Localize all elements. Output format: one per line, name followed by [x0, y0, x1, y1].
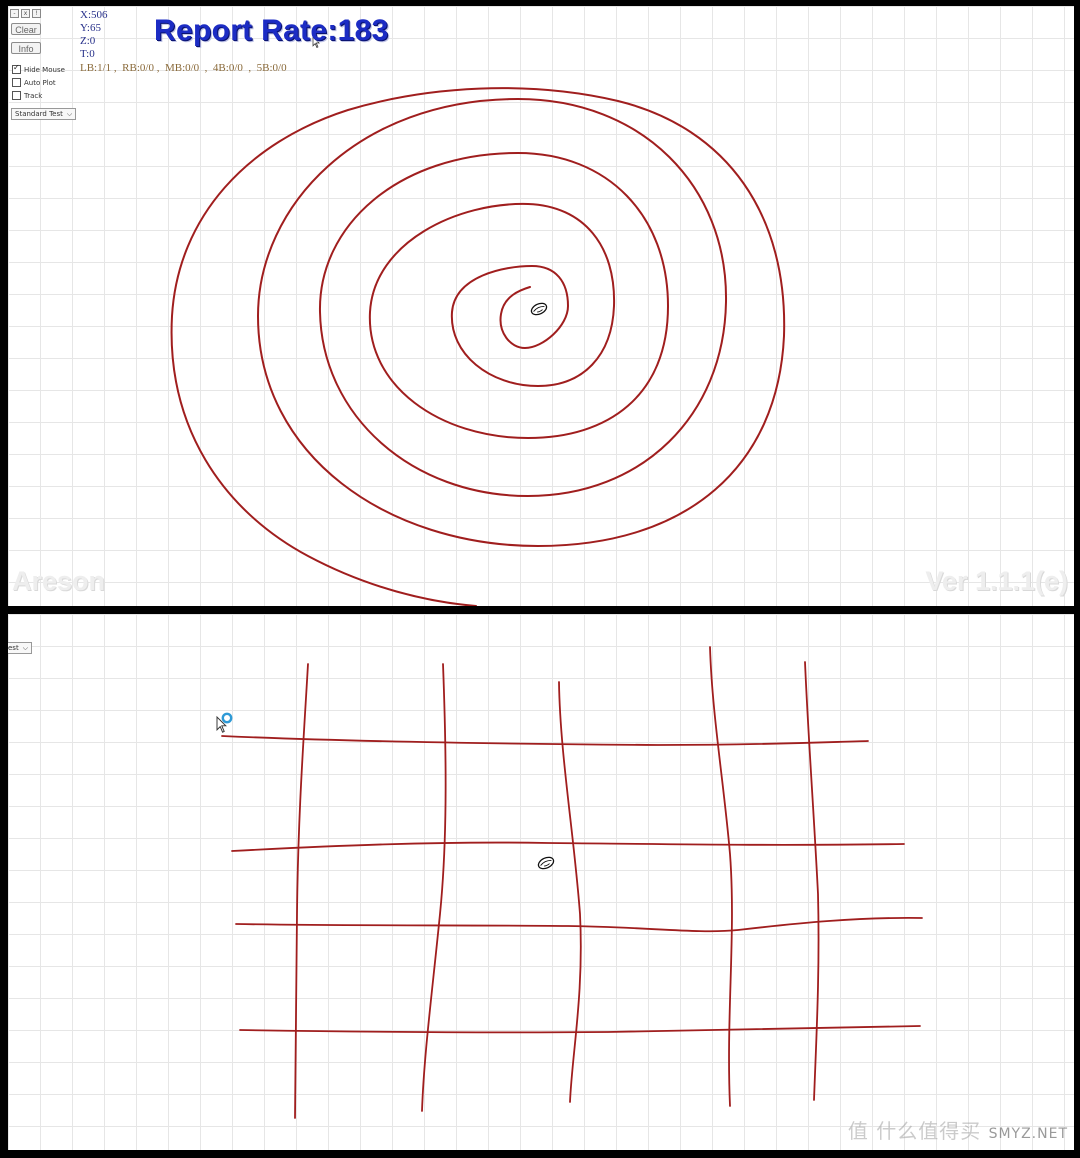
version-watermark: Ver 1.1.1(e)	[925, 566, 1068, 596]
chevron-down-icon: ⌵	[66, 110, 73, 118]
chevron-down-icon: ⌵	[22, 644, 29, 652]
hide-mouse-check-icon[interactable]	[12, 63, 21, 74]
track-checkbox[interactable]: Track	[12, 91, 42, 100]
info-button[interactable]: Info	[11, 42, 41, 54]
track-label: Track	[24, 91, 43, 100]
mouse-outline-icon	[530, 302, 548, 316]
x-readout: X:506	[80, 9, 108, 21]
z-readout: Z:0	[80, 35, 96, 47]
window-controls: - x !	[10, 9, 41, 18]
test-mode-select[interactable]: Standard Test ⌵	[11, 108, 77, 120]
help-icon[interactable]: !	[32, 9, 41, 18]
blue-ring-icon	[221, 712, 233, 724]
grid-trace	[216, 646, 923, 1119]
clear-button[interactable]: Clear	[11, 23, 41, 35]
spiral-test-canvas[interactable]: - x ! Clear Info Hide Mouse Auto Plot Tr…	[8, 6, 1074, 606]
site-watermark: 值 什么值得买 SMYZ.NET	[848, 1115, 1068, 1144]
y-readout: Y:65	[80, 22, 101, 34]
track-check-icon[interactable]	[12, 91, 21, 100]
auto-plot-label: Auto Plot	[24, 78, 56, 87]
minimize-icon[interactable]: -	[10, 9, 19, 18]
test-mode-select-partial[interactable]: est ⌵	[8, 642, 33, 654]
grid-test-canvas[interactable]: est ⌵ 值 什么值得买 SMYZ.NET	[8, 614, 1074, 1150]
auto-plot-checkbox[interactable]: Auto Plot	[12, 78, 56, 87]
test-mode-partial-value: est	[8, 644, 19, 652]
report-rate-display: Report Rate:183	[154, 14, 389, 47]
auto-plot-check-icon[interactable]	[12, 78, 21, 87]
mouse-outline-icon	[537, 856, 555, 870]
t-readout: T:0	[80, 48, 95, 60]
arrow-cursor-icon	[216, 715, 227, 733]
brand-watermark: Areson	[12, 566, 106, 596]
spiral-trace	[170, 36, 786, 606]
site-watermark-en: SMYZ.NET	[988, 1126, 1068, 1142]
hide-mouse-checkbox[interactable]: Hide Mouse	[12, 63, 65, 74]
test-mode-value: Standard Test	[15, 110, 63, 118]
mouse-button-counters: LB:1/1 , RB:0/0 , MB:0/0 , 4B:0/0 , 5B:0…	[80, 62, 287, 74]
hide-mouse-label: Hide Mouse	[24, 65, 65, 74]
close-icon[interactable]: x	[21, 9, 30, 18]
site-watermark-cn: 值 什么值得买	[847, 1119, 982, 1143]
